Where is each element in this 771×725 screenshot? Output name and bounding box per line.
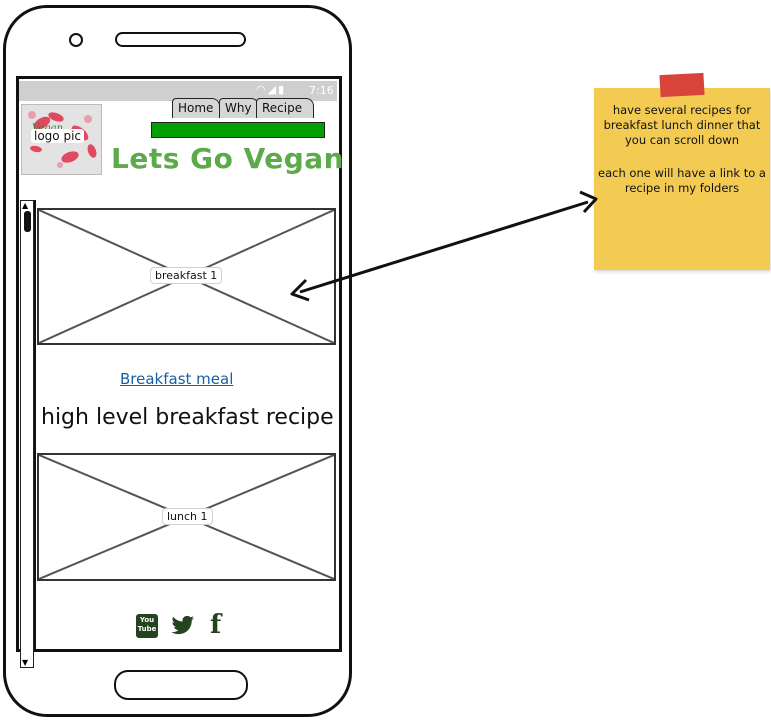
home-button[interactable] <box>114 670 248 700</box>
facebook-icon[interactable]: f <box>210 610 221 640</box>
speaker-grille <box>115 32 246 47</box>
status-icons: ◠◢▮ <box>256 83 286 96</box>
tab-why[interactable]: Why <box>219 98 259 118</box>
logo-label: logo pic <box>31 129 84 143</box>
recipe-heading: high level breakfast recipe <box>41 405 334 430</box>
image-placeholder-breakfast: breakfast 1 <box>37 208 336 345</box>
scrollbar[interactable] <box>20 200 34 668</box>
status-time: 7:16 <box>309 84 334 97</box>
camera-icon <box>69 33 83 47</box>
scroll-up-icon[interactable]: ▲ <box>22 201 28 210</box>
battery-icon: ▮ <box>278 83 287 96</box>
tab-home[interactable]: Home <box>172 98 220 118</box>
content-divider <box>34 200 36 652</box>
signal-icon: ◢ <box>267 83 279 96</box>
image-label-breakfast: breakfast 1 <box>150 267 223 284</box>
wifi-icon: ◠ <box>256 83 268 96</box>
breakfast-meal-link[interactable]: Breakfast meal <box>120 370 233 388</box>
sticky-note-tape <box>659 72 705 98</box>
site-title: Lets Go Vegan <box>111 142 345 175</box>
sticky-note-text-2: each one will have a link to a recipe in… <box>598 166 766 195</box>
scroll-down-icon[interactable]: ▼ <box>22 658 28 667</box>
image-placeholder-lunch: lunch 1 <box>37 453 336 581</box>
image-label-lunch: lunch 1 <box>162 508 213 525</box>
tab-recipe[interactable]: Recipe <box>256 98 314 118</box>
sticky-note-text-1: have several recipes for breakfast lunch… <box>603 103 761 147</box>
scrollbar-thumb[interactable] <box>24 211 31 232</box>
twitter-icon[interactable] <box>171 615 195 636</box>
youtube-icon[interactable]: You Tube <box>136 614 158 638</box>
nav-bar <box>151 122 325 138</box>
